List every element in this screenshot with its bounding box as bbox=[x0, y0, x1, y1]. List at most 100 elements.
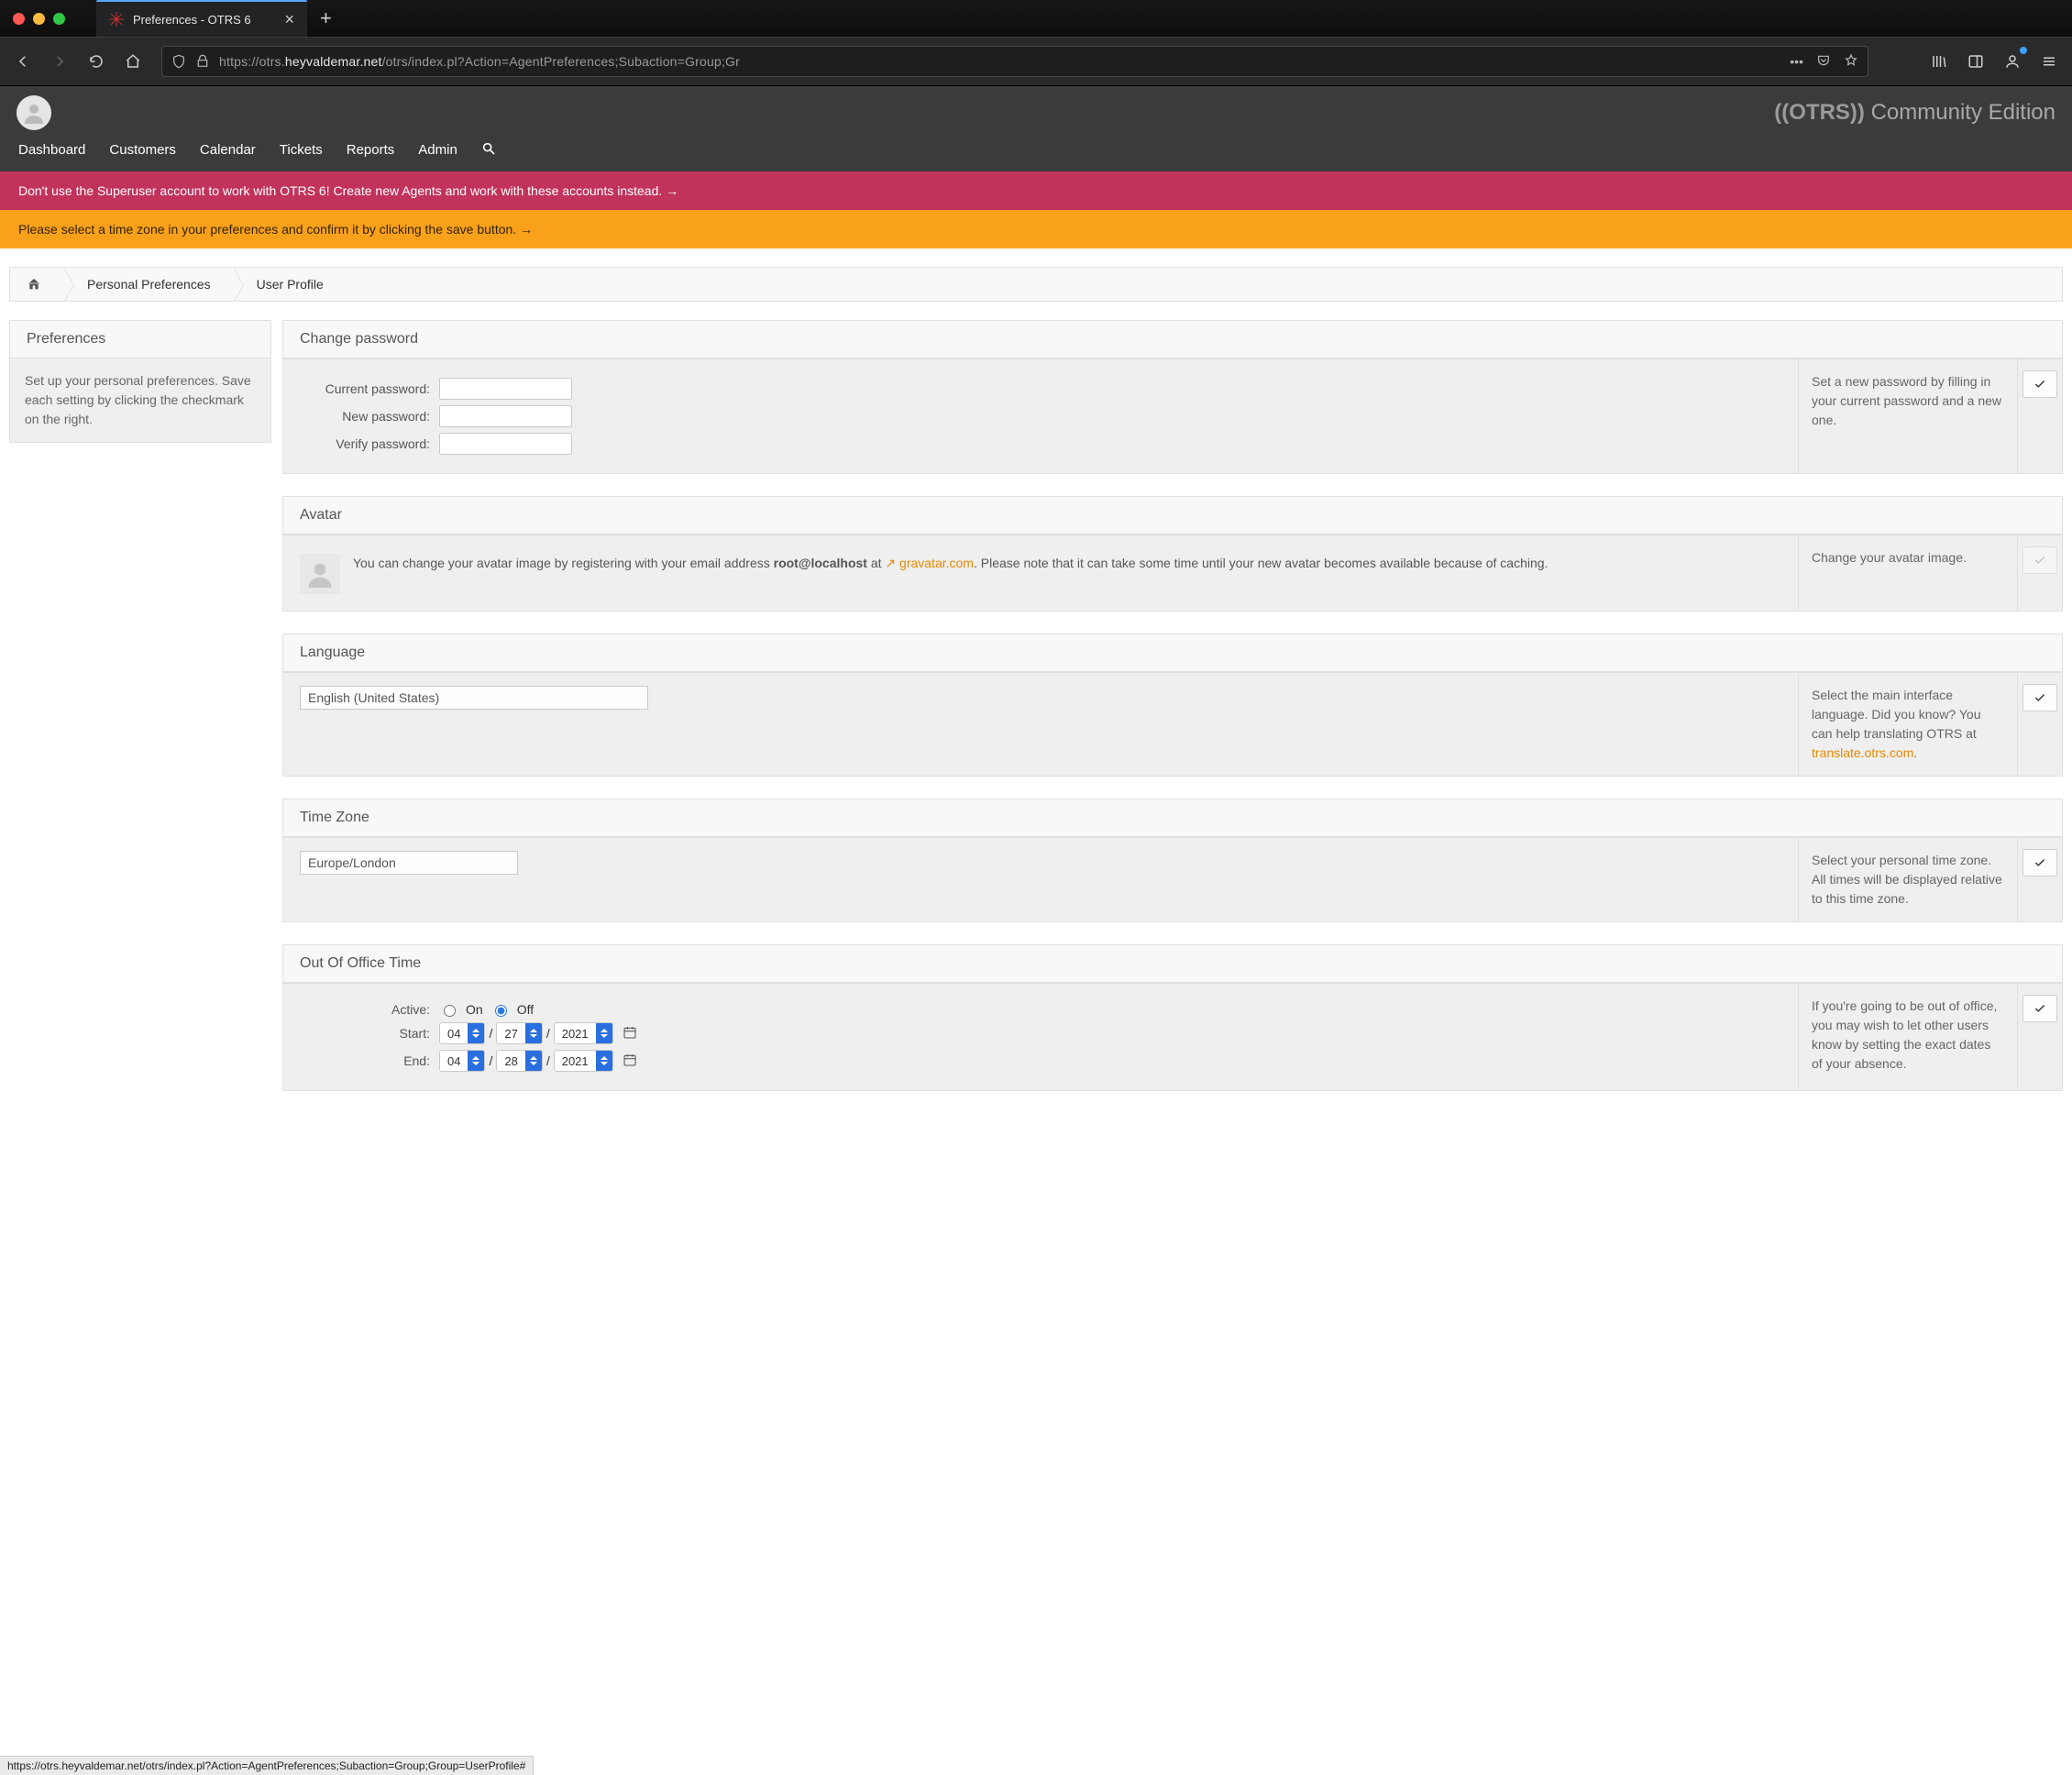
avatar-placeholder-icon bbox=[300, 554, 340, 594]
radio-off[interactable] bbox=[495, 1005, 507, 1017]
brand-strong: ((OTRS)) bbox=[1774, 100, 1865, 125]
end-day-select[interactable]: 28 bbox=[496, 1050, 542, 1072]
url-host: heyvaldemar.net bbox=[285, 54, 382, 69]
browser-toolbar: https://otrs.heyvaldemar.net/otrs/index.… bbox=[0, 37, 2072, 86]
bookmark-star-icon[interactable] bbox=[1844, 53, 1858, 71]
language-value: English (United States) bbox=[308, 690, 439, 705]
date-sep: / bbox=[489, 1053, 492, 1068]
input-current-password[interactable] bbox=[439, 378, 572, 400]
translate-link[interactable]: translate.otrs.com bbox=[1812, 745, 1913, 760]
lock-icon[interactable] bbox=[195, 54, 210, 69]
nav-customers[interactable]: Customers bbox=[109, 142, 176, 158]
start-month-select[interactable]: 04 bbox=[439, 1022, 485, 1044]
nav-reload-button[interactable] bbox=[81, 46, 112, 77]
panel-title: Out Of Office Time bbox=[283, 945, 2062, 983]
tracking-shield-icon[interactable] bbox=[171, 54, 186, 69]
side-panel-text: Set up your personal preferences. Save e… bbox=[10, 358, 270, 442]
banner-superuser-warning[interactable]: Don't use the Superuser account to work … bbox=[0, 171, 2072, 210]
calendar-icon[interactable] bbox=[623, 1053, 637, 1070]
account-icon[interactable] bbox=[1997, 46, 2028, 77]
new-tab-button[interactable]: + bbox=[307, 0, 345, 37]
sidebar-toggle-icon[interactable] bbox=[1960, 46, 1991, 77]
language-desc: Select the main interface language. Did … bbox=[1798, 673, 2018, 776]
save-avatar-button[interactable] bbox=[2022, 546, 2057, 574]
panel-title: Language bbox=[283, 634, 2062, 672]
end-year-select[interactable]: 2021 bbox=[554, 1050, 613, 1072]
radio-on[interactable] bbox=[444, 1005, 456, 1017]
start-day-select[interactable]: 27 bbox=[496, 1022, 542, 1044]
password-desc: Set a new password by filling in your cu… bbox=[1798, 359, 2018, 473]
label-verify-password: Verify password: bbox=[283, 436, 439, 451]
timezone-select[interactable]: Europe/London bbox=[300, 851, 518, 875]
nav-reports[interactable]: Reports bbox=[347, 142, 395, 158]
window-zoom[interactable] bbox=[53, 13, 65, 25]
breadcrumb-home[interactable] bbox=[10, 268, 63, 301]
brand-rest: Community Edition bbox=[1865, 100, 2055, 125]
panel-change-password: Change password Current password: New pa… bbox=[282, 320, 2063, 474]
panel-title: Change password bbox=[283, 321, 2062, 358]
input-new-password[interactable] bbox=[439, 405, 572, 427]
date-sep: / bbox=[489, 1026, 492, 1041]
banner-text: Don't use the Superuser account to work … bbox=[18, 183, 678, 198]
pocket-icon[interactable] bbox=[1816, 53, 1831, 71]
url-path: /otrs/index.pl?Action=AgentPreferences;S… bbox=[382, 54, 740, 69]
nav-calendar[interactable]: Calendar bbox=[200, 142, 256, 158]
input-verify-password[interactable] bbox=[439, 433, 572, 455]
side-panel-title: Preferences bbox=[10, 321, 270, 358]
page-actions-icon[interactable]: ••• bbox=[1790, 54, 1803, 69]
breadcrumb: Personal Preferences User Profile bbox=[9, 267, 2063, 302]
menu-icon[interactable] bbox=[2033, 46, 2065, 77]
end-month-select[interactable]: 04 bbox=[439, 1050, 485, 1072]
app-brand: ((OTRS)) Community Edition bbox=[1774, 100, 2055, 126]
breadcrumb-userprofile: User Profile bbox=[233, 268, 346, 301]
label-end: End: bbox=[283, 1053, 439, 1068]
user-avatar[interactable] bbox=[17, 95, 51, 130]
start-year-select[interactable]: 2021 bbox=[554, 1022, 613, 1044]
tab-strip: Preferences - OTRS 6 × + bbox=[96, 0, 345, 37]
nav-tickets[interactable]: Tickets bbox=[280, 142, 323, 158]
nav-admin[interactable]: Admin bbox=[418, 142, 457, 158]
label-start: Start: bbox=[283, 1026, 439, 1041]
window-close[interactable] bbox=[13, 13, 25, 25]
panel-title: Time Zone bbox=[283, 799, 2062, 837]
timezone-desc: Select your personal time zone. All time… bbox=[1798, 838, 2018, 921]
url-actions: ••• bbox=[1790, 53, 1858, 71]
label-new-password: New password: bbox=[283, 409, 439, 424]
save-timezone-button[interactable] bbox=[2022, 849, 2057, 876]
label-current-password: Current password: bbox=[283, 381, 439, 396]
window-minimize[interactable] bbox=[33, 13, 45, 25]
window-titlebar: Preferences - OTRS 6 × + bbox=[0, 0, 2072, 37]
timezone-value: Europe/London bbox=[308, 855, 396, 870]
avatar-text: You can change your avatar image by regi… bbox=[353, 554, 1548, 594]
breadcrumb-preferences[interactable]: Personal Preferences bbox=[63, 268, 233, 301]
external-link-icon: ↗ bbox=[885, 556, 899, 570]
side-preferences-panel: Preferences Set up your personal prefere… bbox=[9, 320, 271, 443]
nav-back-button[interactable] bbox=[7, 46, 39, 77]
save-ooo-button[interactable] bbox=[2022, 995, 2057, 1022]
ooo-desc: If you're going to be out of office, you… bbox=[1798, 984, 2018, 1090]
date-sep: / bbox=[546, 1026, 550, 1041]
nav-forward-button[interactable] bbox=[44, 46, 75, 77]
avatar-email: root@localhost bbox=[774, 556, 867, 570]
panel-timezone: Time Zone Europe/London Select your pers… bbox=[282, 799, 2063, 922]
calendar-icon[interactable] bbox=[623, 1025, 637, 1042]
nav-home-button[interactable] bbox=[117, 46, 149, 77]
panel-avatar: Avatar You can change your avatar image … bbox=[282, 496, 2063, 612]
date-sep: / bbox=[546, 1053, 550, 1068]
nav-search-icon[interactable] bbox=[481, 141, 496, 159]
window-controls bbox=[0, 13, 78, 25]
nav-dashboard[interactable]: Dashboard bbox=[18, 142, 85, 158]
url-scheme: https://otrs. bbox=[219, 54, 285, 69]
url-bar[interactable]: https://otrs.heyvaldemar.net/otrs/index.… bbox=[161, 46, 1868, 77]
save-password-button[interactable] bbox=[2022, 370, 2057, 398]
tab-close-icon[interactable]: × bbox=[284, 11, 294, 28]
gravatar-link[interactable]: gravatar.com bbox=[899, 556, 974, 570]
banner-timezone-warning[interactable]: Please select a time zone in your prefer… bbox=[0, 210, 2072, 248]
panel-language: Language English (United States) Select … bbox=[282, 634, 2063, 777]
panel-out-of-office: Out Of Office Time Active: On Off Start: bbox=[282, 944, 2063, 1091]
save-language-button[interactable] bbox=[2022, 684, 2057, 711]
panel-title: Avatar bbox=[283, 497, 2062, 535]
browser-tab[interactable]: Preferences - OTRS 6 × bbox=[96, 0, 307, 37]
library-icon[interactable] bbox=[1923, 46, 1955, 77]
language-select[interactable]: English (United States) bbox=[300, 686, 648, 710]
